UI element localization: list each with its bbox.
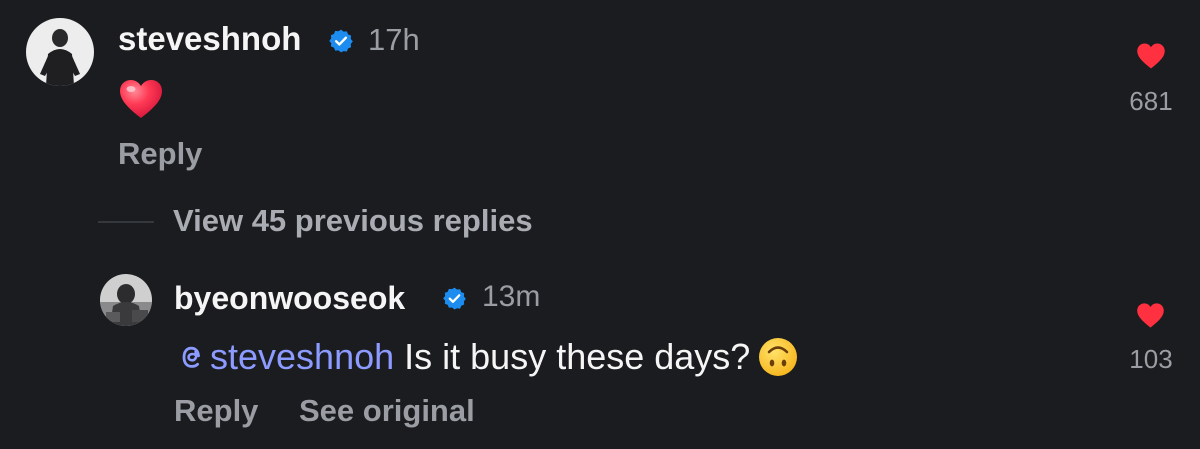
like-count: 681	[1129, 86, 1173, 116]
like-count: 103	[1129, 344, 1173, 374]
username[interactable]: byeonwooseok	[174, 280, 405, 317]
verified-badge-icon	[443, 287, 466, 310]
timestamp: 17h	[368, 22, 420, 57]
avatar[interactable]	[100, 274, 152, 326]
mention-link[interactable]: steveshnoh	[174, 336, 394, 377]
timestamp: 13m	[482, 280, 541, 313]
threads-at-icon	[182, 346, 200, 368]
heart-icon[interactable]	[1136, 302, 1165, 329]
comment-body: Is it busy these days?	[394, 336, 751, 377]
heart-icon[interactable]	[1136, 42, 1166, 70]
reply-button[interactable]: Reply	[174, 393, 258, 429]
username[interactable]: steveshnoh	[118, 20, 301, 58]
view-previous-replies-button[interactable]: View 45 previous replies	[173, 203, 533, 239]
avatar[interactable]	[26, 18, 94, 86]
upside-down-face-emoji-icon	[759, 338, 798, 376]
verified-badge-icon	[329, 29, 353, 53]
comment-text: steveshnoh Is it busy these days?	[174, 336, 798, 378]
thread-divider	[98, 221, 154, 223]
mention-username[interactable]: steveshnoh	[210, 336, 394, 377]
reply-button[interactable]: Reply	[118, 136, 202, 172]
heart-emoji-icon	[120, 80, 162, 118]
see-original-button[interactable]: See original	[299, 393, 475, 429]
